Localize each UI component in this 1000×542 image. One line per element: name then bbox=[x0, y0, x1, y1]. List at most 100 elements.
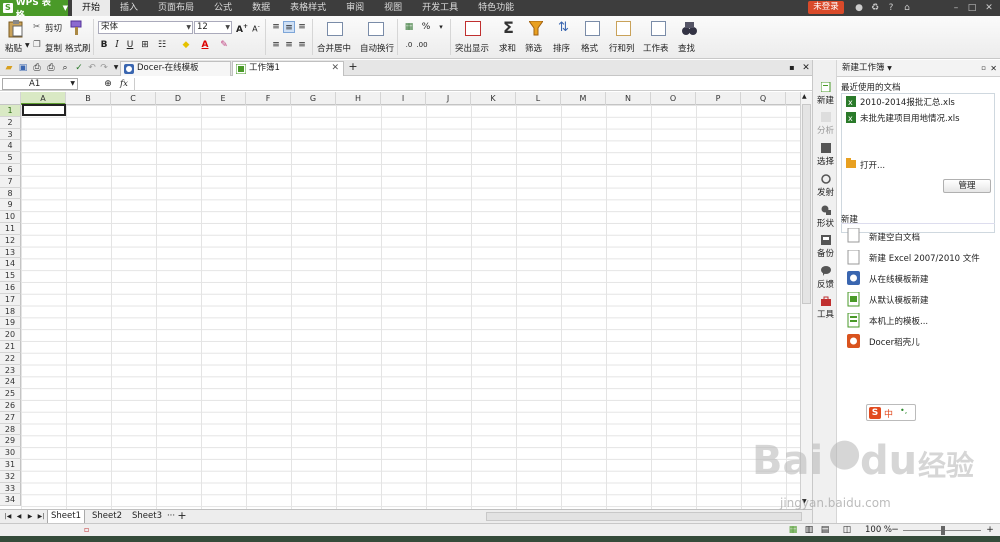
row-header-17[interactable]: 17 bbox=[0, 293, 21, 306]
row-header-18[interactable]: 18 bbox=[0, 305, 21, 318]
menu-tab-5[interactable]: 表格样式 bbox=[280, 0, 336, 16]
row-header-32[interactable]: 32 bbox=[0, 470, 21, 483]
bold-button[interactable]: B bbox=[98, 39, 110, 51]
side-backup-button[interactable]: 备份 bbox=[813, 235, 838, 259]
font-color-button[interactable]: A bbox=[199, 39, 211, 51]
save-icon[interactable]: ▣ bbox=[17, 62, 29, 74]
print-preview-icon[interactable]: ⌕ bbox=[59, 62, 71, 74]
row-header-27[interactable]: 27 bbox=[0, 411, 21, 424]
align-center-icon[interactable]: ≡ bbox=[283, 39, 295, 51]
column-header-I[interactable]: I bbox=[381, 92, 426, 105]
name-box[interactable]: A1 ▼ bbox=[2, 78, 78, 90]
row-header-34[interactable]: 34 bbox=[0, 494, 21, 507]
side-send-button[interactable]: 发射 bbox=[813, 174, 838, 198]
column-header-J[interactable]: J bbox=[426, 92, 471, 105]
zoom-in-icon[interactable]: + bbox=[984, 524, 996, 536]
spellcheck-icon[interactable]: ✓ bbox=[73, 62, 85, 74]
column-header-H[interactable]: H bbox=[336, 92, 381, 105]
menu-tab-8[interactable]: 开发工具 bbox=[412, 0, 468, 16]
menu-tab-3[interactable]: 公式 bbox=[204, 0, 242, 16]
side-feedback-button[interactable]: 反馈 bbox=[813, 266, 838, 290]
last-sheet-icon[interactable]: ▶| bbox=[35, 511, 47, 523]
decrease-font-icon[interactable]: A- bbox=[250, 21, 262, 34]
page-break-view-icon[interactable]: ▥ bbox=[803, 524, 815, 536]
select-all-corner[interactable] bbox=[0, 92, 21, 105]
print-icon[interactable]: ⎙ bbox=[45, 62, 57, 74]
row-header-5[interactable]: 5 bbox=[0, 152, 21, 164]
column-header-B[interactable]: B bbox=[66, 92, 111, 105]
comma-style-icon[interactable]: ▾ bbox=[435, 21, 447, 33]
column-header-M[interactable]: M bbox=[561, 92, 606, 105]
column-header-Q[interactable]: Q bbox=[741, 92, 786, 105]
column-header-N[interactable]: N bbox=[606, 92, 651, 105]
side-select-button[interactable]: 选择 bbox=[813, 143, 838, 167]
fill-color-icon[interactable]: ◆ bbox=[180, 39, 192, 51]
more-sheets-icon[interactable]: ··· bbox=[166, 510, 176, 524]
doc-tab-workbook[interactable]: 工作簿1 ✕ bbox=[232, 61, 344, 76]
align-right-icon[interactable]: ≡ bbox=[296, 39, 308, 51]
close-icon[interactable]: ✕ bbox=[983, 2, 995, 14]
row-header-26[interactable]: 26 bbox=[0, 400, 21, 412]
italic-button[interactable]: I bbox=[111, 39, 123, 51]
column-header-P[interactable]: P bbox=[696, 92, 741, 105]
column-header-D[interactable]: D bbox=[156, 92, 201, 105]
skin-icon[interactable]: ● bbox=[853, 2, 865, 14]
close-pane-icon[interactable]: ✕ bbox=[990, 60, 997, 77]
zoom-slider-thumb[interactable] bbox=[941, 526, 945, 535]
menu-tab-4[interactable]: 数据 bbox=[242, 0, 280, 16]
menu-tab-1[interactable]: 插入 bbox=[110, 0, 148, 16]
row-header-6[interactable]: 6 bbox=[0, 164, 21, 176]
export-icon[interactable]: ⎙ bbox=[31, 62, 43, 74]
normal-view-icon[interactable]: ▦ bbox=[787, 524, 799, 536]
redo-icon[interactable]: ↷ bbox=[98, 62, 110, 74]
column-header-C[interactable]: C bbox=[111, 92, 156, 105]
close-doc-icon[interactable]: ✕ bbox=[800, 62, 812, 74]
column-header-L[interactable]: L bbox=[516, 92, 561, 105]
help-icon[interactable]: ? bbox=[885, 2, 897, 14]
menu-tab-2[interactable]: 页面布局 bbox=[148, 0, 204, 16]
row-header-11[interactable]: 11 bbox=[0, 223, 21, 235]
row-header-24[interactable]: 24 bbox=[0, 376, 21, 389]
task-pane-header[interactable]: 新建工作簿 ▼ ▫ ✕ bbox=[837, 60, 1000, 77]
row-header-9[interactable]: 9 bbox=[0, 199, 21, 212]
increase-decimal-icon[interactable]: .0 bbox=[403, 39, 415, 51]
cell-area[interactable] bbox=[21, 105, 800, 509]
settings-icon[interactable]: ⌂ bbox=[901, 2, 913, 14]
ime-indicator[interactable]: S 中 •, bbox=[866, 404, 916, 421]
borders-icon[interactable]: ⊞ bbox=[139, 39, 151, 51]
row-header-15[interactable]: 15 bbox=[0, 270, 21, 282]
menu-tab-0[interactable]: 开始 bbox=[72, 0, 111, 16]
column-header-E[interactable]: E bbox=[201, 92, 246, 105]
side-shape-button[interactable]: 形状 bbox=[813, 205, 838, 229]
clear-format-icon[interactable]: ✎ bbox=[218, 39, 230, 51]
row-header-1[interactable]: 1 bbox=[0, 105, 21, 117]
align-middle-icon[interactable]: ≡ bbox=[283, 21, 295, 33]
column-header-K[interactable]: K bbox=[471, 92, 516, 105]
close-tab-icon[interactable]: ✕ bbox=[331, 62, 339, 75]
row-header-12[interactable]: 12 bbox=[0, 234, 21, 247]
scroll-thumb[interactable] bbox=[802, 104, 811, 304]
align-bottom-icon[interactable]: ≡ bbox=[296, 21, 308, 33]
font-name-select[interactable]: 宋体 ▼ bbox=[98, 21, 193, 34]
row-header-29[interactable]: 29 bbox=[0, 435, 21, 448]
column-header-G[interactable]: G bbox=[291, 92, 336, 105]
macro-record-icon[interactable]: ▫ bbox=[84, 525, 89, 534]
row-header-28[interactable]: 28 bbox=[0, 423, 21, 436]
row-header-4[interactable]: 4 bbox=[0, 140, 21, 153]
feedback-icon[interactable]: ♻ bbox=[869, 2, 881, 14]
menu-tab-6[interactable]: 审阅 bbox=[336, 0, 374, 16]
side-new-button[interactable]: 新建 bbox=[813, 82, 838, 106]
row-header-3[interactable]: 3 bbox=[0, 128, 21, 141]
row-header-2[interactable]: 2 bbox=[0, 116, 21, 129]
add-sheet-icon[interactable]: + bbox=[176, 510, 188, 522]
undo-icon[interactable]: ↶ bbox=[86, 62, 98, 74]
manage-button[interactable]: 管理 bbox=[943, 179, 991, 193]
login-button[interactable]: 未登录 bbox=[808, 1, 844, 14]
underline-button[interactable]: U bbox=[124, 39, 136, 51]
row-header-14[interactable]: 14 bbox=[0, 258, 21, 271]
zoom-out-icon[interactable]: − bbox=[889, 524, 901, 536]
formula-input[interactable] bbox=[134, 78, 810, 90]
sheet-tab-1[interactable]: Sheet1 bbox=[47, 510, 85, 524]
restore-icon[interactable]: □ bbox=[966, 2, 978, 14]
page-layout-view-icon[interactable]: ▤ bbox=[819, 524, 831, 536]
